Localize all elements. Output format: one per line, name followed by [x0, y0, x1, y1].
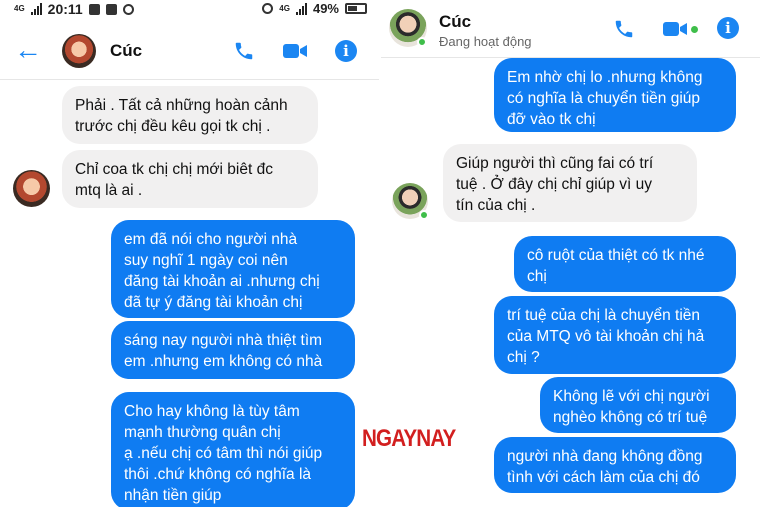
sender-avatar — [13, 170, 50, 207]
message-sent: sáng nay người nhà thiệt tìm em .nhưng e… — [111, 321, 355, 379]
message-received: Giúp người thì cũng fai có trí tuệ . Ở đ… — [443, 144, 697, 222]
contact-name[interactable]: Cúc — [110, 41, 142, 61]
online-indicator — [417, 37, 427, 47]
avatar[interactable] — [62, 34, 96, 68]
clock: 20:11 — [47, 1, 83, 17]
left-chat-screenshot: 4G 20:11 4G 49% ← Cúc i Phải . Tất cả nh… — [0, 0, 379, 507]
online-indicator — [419, 210, 429, 220]
battery-icon — [345, 3, 367, 14]
message-received: Phải . Tất cả những hoàn cảnh trước chị … — [62, 86, 318, 144]
notification-icon-2 — [122, 3, 134, 15]
signal-icon — [30, 3, 42, 15]
network-type: 4G — [14, 4, 25, 13]
video-camera-icon[interactable] — [283, 43, 307, 59]
arrow-left-icon[interactable]: ← — [14, 36, 42, 64]
phone-icon[interactable] — [613, 18, 635, 40]
signal-icon-right — [295, 2, 307, 15]
network-type-right: 4G — [279, 3, 290, 13]
video-camera-icon[interactable] — [663, 21, 687, 37]
contact-name[interactable]: Cúc — [439, 12, 471, 32]
message-sent: Em nhờ chị lo .nhưng không có nghĩa là c… — [494, 58, 736, 132]
message-sent: Cho hay không là tùy tâm mạnh thường quâ… — [111, 392, 355, 507]
active-status: Đang hoạt động — [439, 34, 532, 49]
battery-percent: 49% — [312, 1, 339, 16]
facebook-icon — [105, 3, 117, 15]
alarm-icon — [262, 3, 274, 14]
phone-icon[interactable] — [233, 40, 255, 62]
chat-header: Cúc Đang hoạt động i — [381, 0, 760, 58]
notification-icon — [88, 3, 100, 15]
message-sent: cô ruột của thiệt có tk nhé chị — [514, 236, 736, 292]
message-sent: trí tuệ của chị là chuyển tiền của MTQ v… — [494, 296, 736, 374]
message-sent: người nhà đang không đồng tình với cách … — [494, 437, 736, 493]
message-received: Chỉ coa tk chị chị mới biêt đc mtq là ai… — [62, 150, 318, 208]
info-icon[interactable]: i — [335, 40, 357, 62]
message-sent: Không lẽ với chị người nghèo không có tr… — [540, 377, 736, 433]
info-icon[interactable]: i — [717, 17, 739, 39]
status-bar: 4G 20:11 4G 49% — [0, 0, 379, 20]
video-active-dot — [691, 26, 698, 33]
chat-header: ← Cúc i — [0, 20, 379, 80]
watermark-logo: NGAYNAY — [362, 425, 456, 452]
message-sent: em đã nói cho người nhà suy nghĩ 1 ngày … — [111, 220, 355, 318]
